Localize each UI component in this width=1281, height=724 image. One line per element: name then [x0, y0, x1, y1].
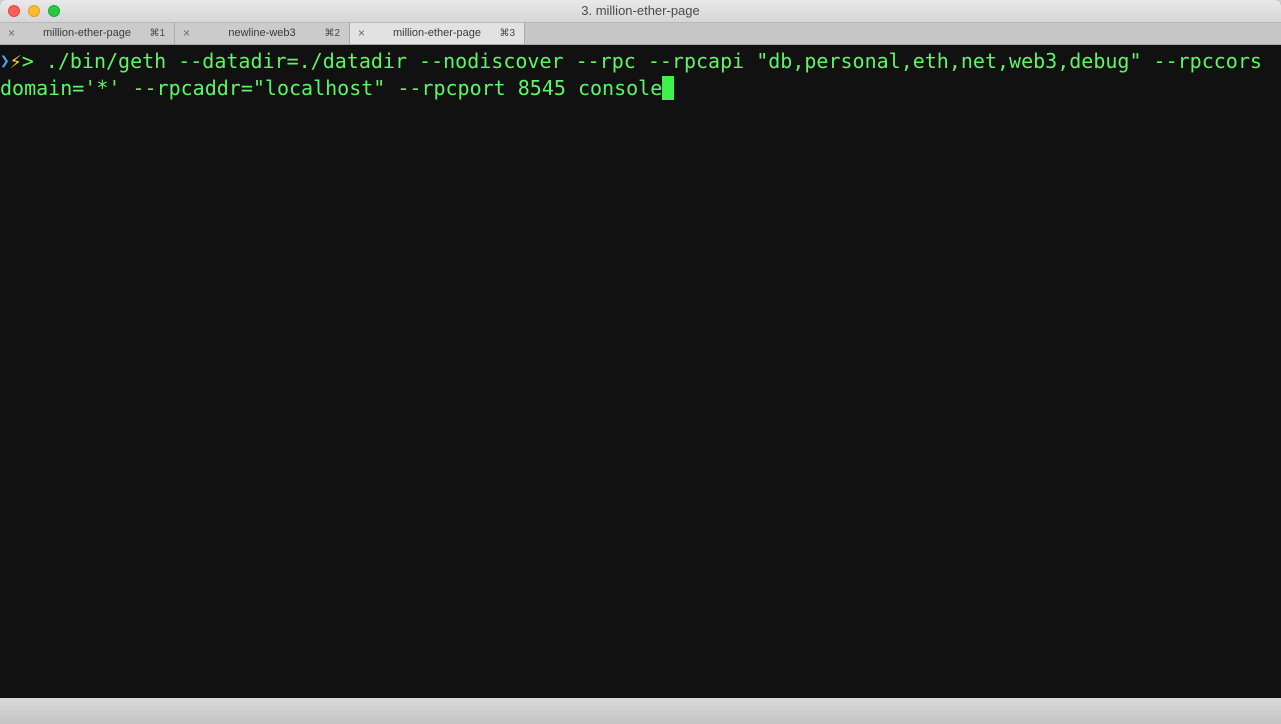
tab-shortcut: ⌘1 [149, 28, 165, 39]
title-bar[interactable]: 3. million-ether-page [0, 0, 1281, 23]
tab-shortcut: ⌘3 [499, 28, 515, 39]
tab-2[interactable]: × newline-web3 ⌘2 [175, 23, 350, 44]
tab-3[interactable]: × million-ether-page ⌘3 [350, 23, 525, 44]
prompt-chevron-icon: ❯ [0, 51, 10, 70]
terminal-window: 3. million-ether-page × million-ether-pa… [0, 0, 1281, 698]
text-cursor [662, 76, 675, 100]
tab-label: million-ether-page [392, 27, 482, 39]
tab-shortcut: ⌘2 [324, 28, 340, 39]
lightning-bolt-icon: ⚡ [9, 49, 22, 73]
command-text-line-2: domain='*' --rpcaddr="localhost" --rpcpo… [0, 76, 663, 100]
tab-label: newline-web3 [228, 27, 296, 39]
prompt-arrow: > [21, 49, 34, 73]
window-shadow-strip [0, 698, 1281, 724]
tab-label: million-ether-page [42, 27, 132, 39]
command-line-1: ❯⚡> ./bin/geth --datadir=./datadir --nod… [0, 48, 1281, 75]
terminal-output[interactable]: ❯⚡> ./bin/geth --datadir=./datadir --nod… [0, 45, 1281, 698]
command-text-line-1: ./bin/geth --datadir=./datadir --nodisco… [33, 49, 1262, 73]
tab-bar: × million-ether-page ⌘1 × newline-web3 ⌘… [0, 23, 1281, 45]
window-title: 3. million-ether-page [581, 3, 700, 18]
tab-1[interactable]: × million-ether-page ⌘1 [0, 23, 175, 44]
command-line-2: domain='*' --rpcaddr="localhost" --rpcpo… [0, 75, 1281, 102]
tab-bar-empty-area[interactable] [525, 23, 1281, 44]
